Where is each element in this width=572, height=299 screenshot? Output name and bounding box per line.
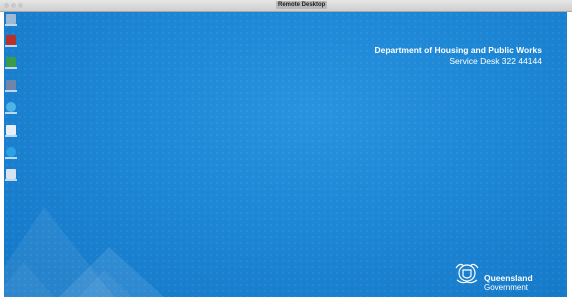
branding-line-2: Government [484, 283, 529, 292]
window-title: Remote Desktop [276, 1, 328, 9]
maximize-window-button[interactable] [18, 3, 23, 8]
network-icon[interactable] [5, 125, 17, 137]
folder-icon[interactable] [5, 80, 17, 92]
desktop[interactable]: Department of Housing and Public Works S… [4, 12, 567, 297]
window-titlebar[interactable]: Remote Desktop [0, 0, 572, 12]
skype-icon[interactable] [5, 147, 17, 159]
government-branding: Queensland Government [484, 273, 533, 293]
branding-line-1: Queensland [484, 273, 533, 283]
minimize-window-button[interactable] [11, 3, 16, 8]
close-window-button[interactable] [4, 3, 9, 8]
pdf-icon[interactable] [5, 35, 17, 47]
internet-explorer-icon[interactable] [5, 102, 17, 114]
recycle-bin-icon[interactable] [5, 14, 17, 26]
department-name: Department of Housing and Public Works [374, 45, 543, 55]
service-desk-number: Service Desk 322 44144 [449, 56, 542, 66]
queensland-crest-icon [455, 263, 479, 284]
spreadsheet-icon[interactable] [5, 57, 17, 69]
shortcut-icon[interactable] [5, 169, 17, 181]
department-banner: Department of Housing and Public Works S… [375, 45, 543, 67]
